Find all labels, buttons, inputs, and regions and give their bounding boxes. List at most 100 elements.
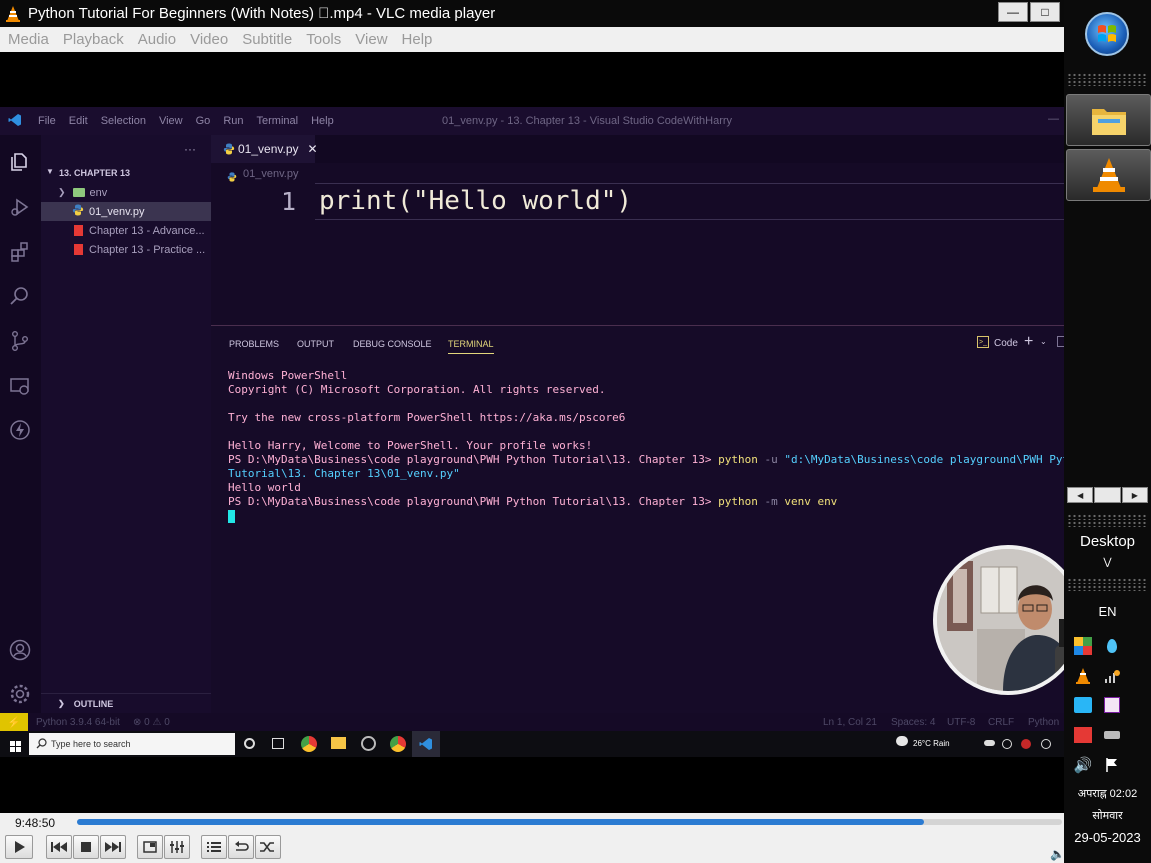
menu-playback[interactable]: Playback [63, 31, 124, 48]
breadcrumb[interactable]: 01_venv.py [243, 168, 298, 180]
language-mode[interactable]: Python [1028, 717, 1059, 728]
encoding[interactable]: UTF-8 [947, 717, 975, 728]
split-terminal-icon[interactable] [1057, 336, 1064, 347]
scroll-track[interactable] [1094, 487, 1121, 503]
tree-item-chapter-advance[interactable]: Chapter 13 - Advance... [41, 221, 211, 240]
tree-item-01-venv[interactable]: 01_venv.py [41, 202, 211, 221]
notes-icon[interactable] [1101, 694, 1123, 716]
taskbar-scroll[interactable]: ◀ ▶ [1067, 487, 1148, 503]
run-debug-icon[interactable] [9, 196, 31, 218]
menu-subtitle[interactable]: Subtitle [242, 31, 292, 48]
language-indicator[interactable]: EN [1064, 604, 1151, 619]
search-icon[interactable] [9, 285, 31, 307]
chevron-down-icon[interactable]: ▼ [46, 167, 54, 176]
new-terminal-plus-icon[interactable]: + [1024, 333, 1033, 351]
menu-audio[interactable]: Audio [138, 31, 176, 48]
chevron-down-icon[interactable]: ⌄ [1040, 337, 1047, 346]
desktop-toolbar-label[interactable]: Desktop [1064, 533, 1151, 550]
remote-indicator[interactable]: ⚡ [0, 713, 28, 731]
account-icon[interactable] [9, 639, 31, 661]
sidebar-more-icon[interactable]: ··· [184, 142, 196, 156]
cursor-position[interactable]: Ln 1, Col 21 [823, 717, 877, 728]
minimize-button[interactable]: — [998, 2, 1028, 22]
video-area[interactable]: File Edit Selection View Go Run Terminal… [0, 52, 1064, 813]
lightning-icon[interactable] [9, 419, 31, 441]
loop-button[interactable] [228, 835, 254, 859]
signal-icon[interactable] [1101, 665, 1123, 687]
menu-tools[interactable]: Tools [306, 31, 341, 48]
explorer-icon[interactable] [9, 151, 31, 173]
start-button[interactable] [1085, 12, 1129, 56]
folder-header[interactable]: 13. CHAPTER 13 [59, 168, 130, 178]
vsc-minimize-icon[interactable]: — [1048, 113, 1059, 125]
menu-view[interactable]: View [355, 31, 387, 48]
chevron-down-icon[interactable]: ⋁ [1064, 557, 1151, 568]
menu-video[interactable]: Video [190, 31, 228, 48]
windows-logo-icon [10, 739, 21, 757]
seek-bar[interactable] [77, 819, 1062, 825]
indentation[interactable]: Spaces: 4 [891, 717, 935, 728]
vsc-menu-selection[interactable]: Selection [101, 115, 146, 127]
stop-button[interactable] [73, 835, 99, 859]
terminal-shell-label[interactable]: Code [994, 338, 1018, 349]
taskbar-file-explorer[interactable] [1066, 94, 1151, 146]
editor-area[interactable]: 01_venv.py ✕ 01_venv.py 1 print("Hello w… [211, 135, 1064, 325]
vsc-menu-go[interactable]: Go [196, 115, 211, 127]
scroll-right-icon[interactable]: ▶ [1121, 487, 1148, 503]
scroll-left-icon[interactable]: ◀ [1067, 487, 1094, 503]
vsc-menu-help[interactable]: Help [311, 115, 334, 127]
terminal-output[interactable]: Windows PowerShell Copyright (C) Microso… [228, 369, 1064, 523]
tab-bar: 01_venv.py ✕ [211, 135, 1064, 163]
outline-section[interactable]: ❯ OUTLINE [41, 693, 211, 713]
vsc-menu-run[interactable]: Run [223, 115, 243, 127]
next-button[interactable] [100, 835, 126, 859]
usb-device-icon[interactable] [1101, 724, 1123, 746]
clock-date[interactable]: 29-05-2023 [1064, 830, 1151, 845]
remote-explorer-icon[interactable] [9, 375, 31, 397]
playlist-button[interactable] [201, 835, 227, 859]
code-line-1[interactable]: 1 print("Hello world") [211, 183, 1064, 220]
tab-output[interactable]: OUTPUT [297, 339, 334, 349]
play-button[interactable] [5, 835, 33, 859]
volume-icon[interactable]: 🔈 [1050, 847, 1065, 861]
clock-day[interactable]: सोमवार [1064, 808, 1151, 823]
drop-icon[interactable] [1101, 635, 1123, 657]
tab-problems[interactable]: PROBLEMS [229, 339, 279, 349]
tab-01-venv[interactable]: 01_venv.py ✕ [211, 135, 318, 163]
tray-app-icon[interactable] [1072, 635, 1094, 657]
tab-terminal[interactable]: TERMINAL [448, 339, 494, 354]
menu-media[interactable]: Media [8, 31, 49, 48]
action-center-flag-icon[interactable] [1101, 754, 1123, 776]
vsc-menu-edit[interactable]: Edit [69, 115, 88, 127]
vsc-menu-terminal[interactable]: Terminal [257, 115, 299, 127]
sync-icon[interactable] [1072, 694, 1094, 716]
previous-button[interactable] [46, 835, 72, 859]
vsc-menu-view[interactable]: View [159, 115, 183, 127]
python-interpreter[interactable]: Python 3.9.4 64-bit [36, 717, 120, 728]
fullscreen-button[interactable] [137, 835, 163, 859]
line-ending[interactable]: CRLF [988, 717, 1014, 728]
tray-icon [1041, 739, 1051, 749]
tree-item-chapter-practice[interactable]: Chapter 13 - Practice ... [41, 240, 211, 259]
menu-help[interactable]: Help [402, 31, 433, 48]
volume-icon[interactable]: 🔊 [1072, 754, 1094, 776]
search-icon [36, 738, 47, 751]
vlc-tray-icon[interactable] [1072, 665, 1094, 687]
taskbar-vlc[interactable] [1066, 149, 1151, 201]
extensions-icon[interactable] [9, 241, 31, 263]
close-icon[interactable]: ✕ [308, 142, 318, 156]
extended-settings-button[interactable] [164, 835, 190, 859]
source-control-icon[interactable] [9, 330, 31, 352]
maximize-button[interactable]: □ [1030, 2, 1060, 22]
vsc-menu-file[interactable]: File [38, 115, 56, 127]
tree-item-env[interactable]: ❯ env [41, 183, 211, 202]
tab-debug-console[interactable]: DEBUG CONSOLE [353, 339, 432, 349]
shuffle-button[interactable] [255, 835, 281, 859]
clock-time[interactable]: अपराह्न 02:02 [1064, 786, 1151, 801]
problems-count[interactable]: ⊗ 0 ⚠ 0 [133, 717, 170, 728]
pdf-icon [74, 244, 83, 255]
tab-label: 01_venv.py [238, 142, 299, 156]
bottom-panel: PROBLEMS OUTPUT DEBUG CONSOLE TERMINAL >… [211, 325, 1064, 713]
anydesk-icon[interactable] [1072, 724, 1094, 746]
settings-gear-icon[interactable] [9, 683, 31, 705]
